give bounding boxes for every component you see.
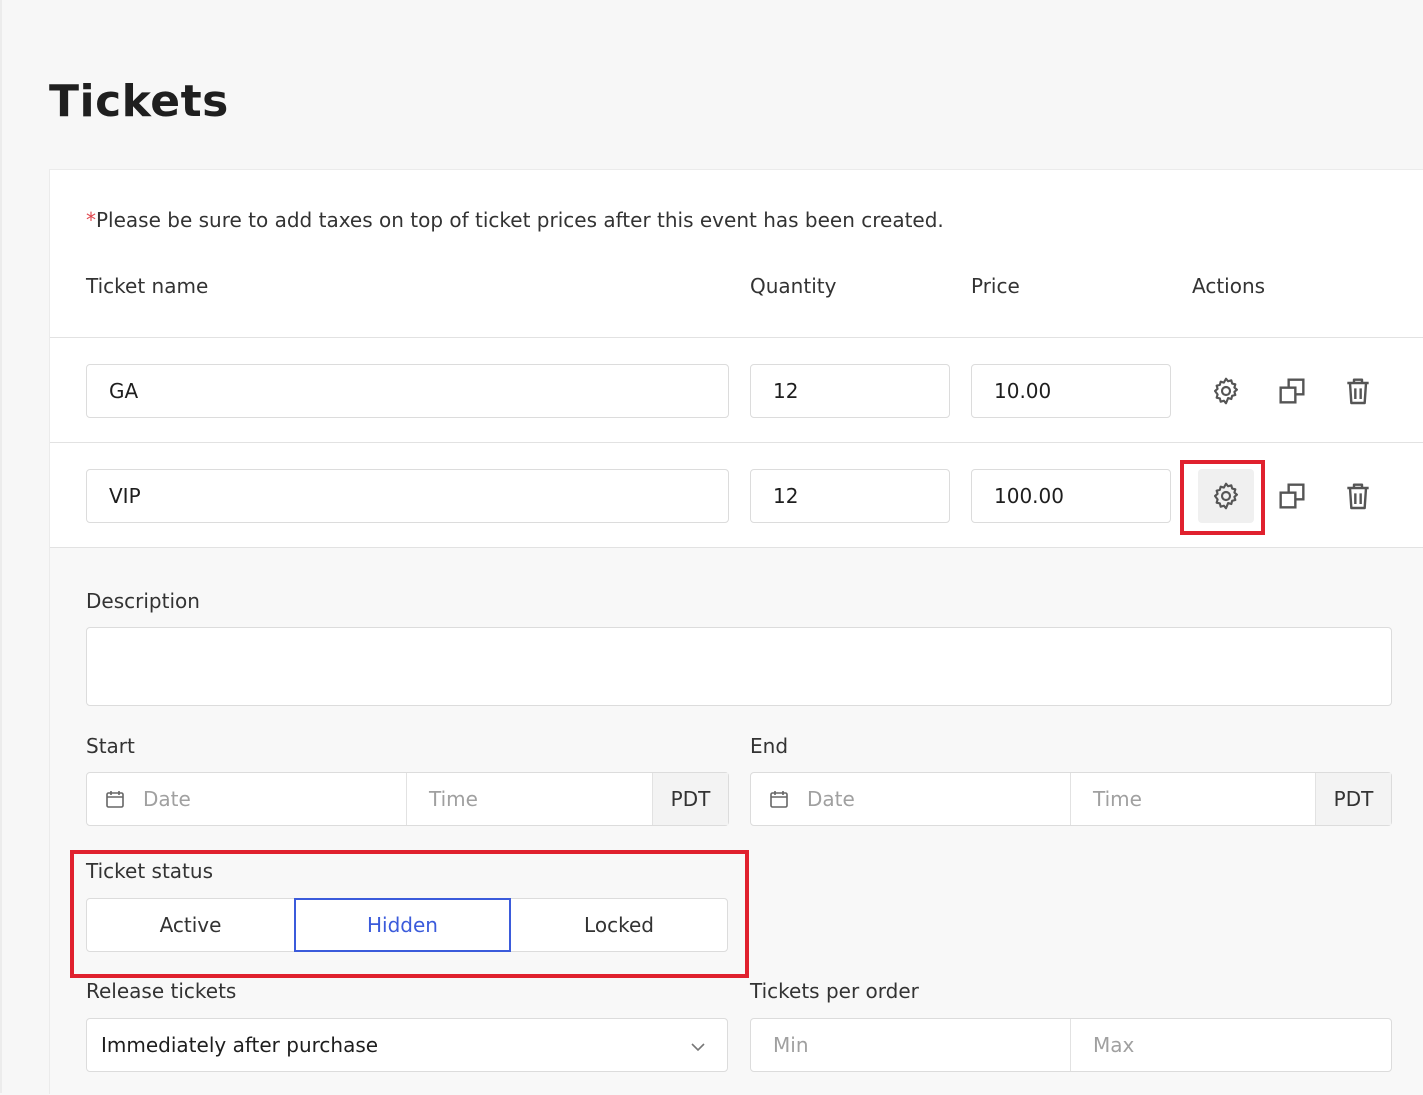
description-label: Description bbox=[86, 589, 200, 613]
tickets-card: *Please be sure to add taxes on top of t… bbox=[49, 169, 1423, 1095]
column-header-ticket-name: Ticket name bbox=[86, 274, 209, 298]
ticket-price-input[interactable]: 10.00 bbox=[971, 364, 1171, 418]
end-date-placeholder: Date bbox=[807, 787, 855, 811]
page-title: Tickets bbox=[49, 76, 229, 127]
calendar-icon bbox=[106, 791, 124, 808]
required-star: * bbox=[86, 208, 96, 232]
end-date-input[interactable]: Date bbox=[751, 773, 1071, 825]
page-left-border bbox=[0, 0, 2, 1093]
start-time-placeholder: Time bbox=[429, 787, 478, 811]
end-time-input[interactable]: Time bbox=[1071, 773, 1316, 825]
start-date-placeholder: Date bbox=[143, 787, 191, 811]
status-highlight-box bbox=[70, 850, 749, 978]
ticket-details-panel: Description Start Date Time PDT End Date… bbox=[50, 547, 1423, 1095]
ticket-settings-button[interactable] bbox=[1198, 364, 1254, 418]
header-divider bbox=[50, 337, 1423, 338]
end-timezone: PDT bbox=[1316, 773, 1391, 825]
gear-icon bbox=[1214, 377, 1238, 405]
tickets-per-order-group: Min Max bbox=[750, 1018, 1392, 1072]
ticket-quantity-input[interactable]: 12 bbox=[750, 469, 950, 523]
ticket-name-input[interactable]: GA bbox=[86, 364, 729, 418]
ticket-delete-button[interactable] bbox=[1330, 364, 1386, 418]
start-datetime-group: Date Time PDT bbox=[86, 772, 729, 826]
start-date-input[interactable]: Date bbox=[87, 773, 407, 825]
start-timezone: PDT bbox=[653, 773, 728, 825]
start-time-input[interactable]: Time bbox=[407, 773, 653, 825]
settings-highlight-box bbox=[1180, 460, 1265, 535]
end-datetime-group: Date Time PDT bbox=[750, 772, 1392, 826]
ticket-name-input[interactable]: VIP bbox=[86, 469, 729, 523]
min-input[interactable]: Min bbox=[751, 1019, 1071, 1071]
chevron-down-icon bbox=[691, 1043, 705, 1052]
release-tickets-label: Release tickets bbox=[86, 979, 237, 1003]
calendar-icon bbox=[770, 791, 788, 808]
tax-note-text: Please be sure to add taxes on top of ti… bbox=[96, 208, 944, 232]
start-label: Start bbox=[86, 734, 135, 758]
ticket-price-input[interactable]: 100.00 bbox=[971, 469, 1171, 523]
ticket-duplicate-button[interactable] bbox=[1264, 469, 1320, 523]
description-textarea[interactable] bbox=[86, 627, 1392, 706]
tax-note: *Please be sure to add taxes on top of t… bbox=[86, 208, 944, 232]
ticket-duplicate-button[interactable] bbox=[1264, 364, 1320, 418]
row-divider bbox=[50, 442, 1423, 443]
copy-icon bbox=[1279, 483, 1305, 509]
copy-icon bbox=[1279, 378, 1305, 404]
release-tickets-select[interactable]: Immediately after purchase bbox=[86, 1018, 728, 1072]
column-header-price: Price bbox=[971, 274, 1020, 298]
ticket-delete-button[interactable] bbox=[1330, 469, 1386, 523]
ticket-quantity-input[interactable]: 12 bbox=[750, 364, 950, 418]
max-input[interactable]: Max bbox=[1071, 1019, 1391, 1071]
end-time-placeholder: Time bbox=[1093, 787, 1142, 811]
column-header-quantity: Quantity bbox=[750, 274, 837, 298]
end-label: End bbox=[750, 734, 789, 758]
trash-icon bbox=[1347, 483, 1369, 510]
release-tickets-value: Immediately after purchase bbox=[101, 1033, 379, 1057]
column-header-actions: Actions bbox=[1192, 274, 1266, 298]
tickets-per-order-label: Tickets per order bbox=[750, 979, 919, 1003]
trash-icon bbox=[1347, 378, 1369, 405]
